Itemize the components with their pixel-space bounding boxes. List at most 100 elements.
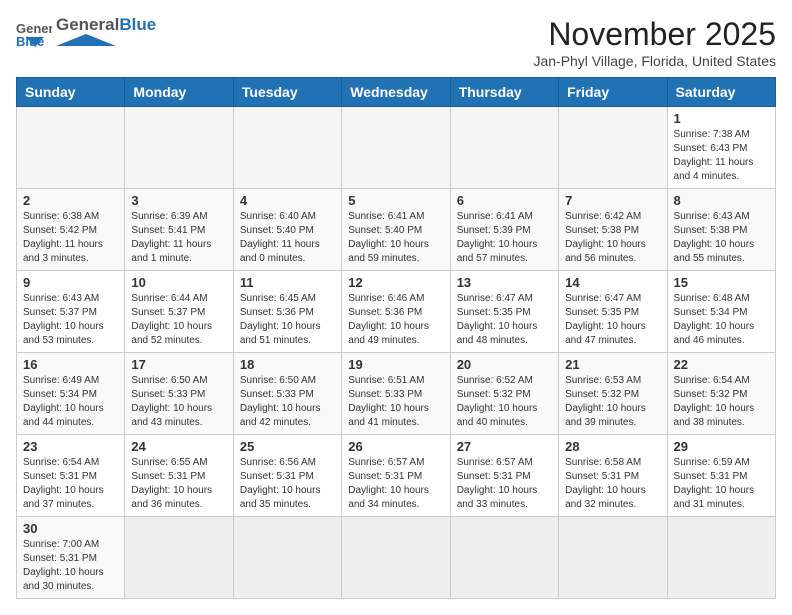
day-number: 26 — [348, 439, 443, 454]
day-info: Sunrise: 6:54 AM Sunset: 5:31 PM Dayligh… — [23, 456, 118, 512]
calendar-cell — [667, 517, 775, 599]
day-number: 4 — [240, 193, 335, 208]
calendar-cell: 20Sunrise: 6:52 AM Sunset: 5:32 PM Dayli… — [450, 353, 558, 435]
calendar-cell — [559, 107, 667, 189]
day-info: Sunrise: 6:40 AM Sunset: 5:40 PM Dayligh… — [240, 210, 335, 266]
day-number: 13 — [457, 275, 552, 290]
day-info: Sunrise: 6:49 AM Sunset: 5:34 PM Dayligh… — [23, 374, 118, 430]
day-info: Sunrise: 6:47 AM Sunset: 5:35 PM Dayligh… — [457, 292, 552, 348]
calendar-cell: 12 Sunrise: 6:46 AM Sunset: 5:36 PM Dayli… — [342, 271, 450, 353]
day-info: Sunrise: 6:56 AM Sunset: 5:31 PM Dayligh… — [240, 456, 335, 512]
calendar-title: November 2025 — [533, 16, 776, 53]
header-wednesday: Wednesday — [342, 78, 450, 107]
day-number: 20 — [457, 357, 552, 372]
day-number: 16 — [23, 357, 118, 372]
header-saturday: Saturday — [667, 78, 775, 107]
header-monday: Monday — [125, 78, 233, 107]
logo-blue: Blue — [119, 15, 156, 34]
day-number: 3 — [131, 193, 226, 208]
day-info: Sunrise: 6:59 AM Sunset: 5:31 PM Dayligh… — [674, 456, 769, 512]
calendar-cell — [233, 107, 341, 189]
day-info: Sunrise: 6:39 AM Sunset: 5:41 PM Dayligh… — [131, 210, 226, 266]
calendar-cell — [17, 107, 125, 189]
header-tuesday: Tuesday — [233, 78, 341, 107]
calendar-cell — [450, 517, 558, 599]
logo-general: General — [56, 15, 119, 34]
calendar-cell: 16 Sunrise: 6:49 AM Sunset: 5:34 PM Dayli… — [17, 353, 125, 435]
day-info: Sunrise: 6:43 AM Sunset: 5:38 PM Dayligh… — [674, 210, 769, 266]
day-number: 27 — [457, 439, 552, 454]
day-number: 17 — [131, 357, 226, 372]
logo-triangle-icon — [56, 34, 116, 46]
day-number: 1 — [674, 111, 769, 126]
calendar-header: General Blue GeneralBlue November 2025 J… — [16, 16, 776, 69]
day-info: Sunrise: 6:58 AM Sunset: 5:31 PM Dayligh… — [565, 456, 660, 512]
calendar-cell: 1 Sunrise: 7:38 AM Sunset: 6:43 PM Daylig… — [667, 107, 775, 189]
day-info: Sunrise: 6:46 AM Sunset: 5:36 PM Dayligh… — [348, 292, 443, 348]
calendar-cell — [450, 107, 558, 189]
header-sunday: Sunday — [17, 78, 125, 107]
header-thursday: Thursday — [450, 78, 558, 107]
calendar-week-row: 23 Sunrise: 6:54 AM Sunset: 5:31 PM Dayli… — [17, 435, 776, 517]
day-number: 9 — [23, 275, 118, 290]
calendar-cell: 24 Sunrise: 6:55 AM Sunset: 5:31 PM Dayli… — [125, 435, 233, 517]
calendar-cell — [125, 107, 233, 189]
calendar-cell — [342, 517, 450, 599]
day-info: Sunrise: 6:48 AM Sunset: 5:34 PM Dayligh… — [674, 292, 769, 348]
day-info: Sunrise: 6:43 AM Sunset: 5:37 PM Dayligh… — [23, 292, 118, 348]
day-number: 2 — [23, 193, 118, 208]
day-info: Sunrise: 6:54 AM Sunset: 5:32 PM Dayligh… — [674, 374, 769, 430]
day-info: Sunrise: 7:38 AM Sunset: 6:43 PM Dayligh… — [674, 128, 769, 184]
calendar-cell: 26 Sunrise: 6:57 AM Sunset: 5:31 PM Dayli… — [342, 435, 450, 517]
day-info: Sunrise: 6:44 AM Sunset: 5:37 PM Dayligh… — [131, 292, 226, 348]
calendar-cell: 3 Sunrise: 6:39 AM Sunset: 5:41 PM Daylig… — [125, 189, 233, 271]
title-area: November 2025 Jan-Phyl Village, Florida,… — [533, 16, 776, 69]
calendar-cell: 19 Sunrise: 6:51 AM Sunset: 5:33 PM Dayli… — [342, 353, 450, 435]
day-number: 29 — [674, 439, 769, 454]
calendar-cell: 5Sunrise: 6:41 AM Sunset: 5:40 PM Daylig… — [342, 189, 450, 271]
day-info: Sunrise: 6:42 AM Sunset: 5:38 PM Dayligh… — [565, 210, 660, 266]
day-info: Sunrise: 6:50 AM Sunset: 5:33 PM Dayligh… — [240, 374, 335, 430]
calendar-cell: 30Sunrise: 7:00 AM Sunset: 5:31 PM Dayli… — [17, 517, 125, 599]
calendar-cell: 29 Sunrise: 6:59 AM Sunset: 5:31 PM Dayli… — [667, 435, 775, 517]
day-info: Sunrise: 6:57 AM Sunset: 5:31 PM Dayligh… — [457, 456, 552, 512]
calendar-cell: 13 Sunrise: 6:47 AM Sunset: 5:35 PM Dayli… — [450, 271, 558, 353]
day-number: 12 — [348, 275, 443, 290]
day-number: 19 — [348, 357, 443, 372]
logo: General Blue GeneralBlue — [16, 16, 156, 50]
day-number: 25 — [240, 439, 335, 454]
calendar-cell — [342, 107, 450, 189]
day-info: Sunrise: 6:51 AM Sunset: 5:33 PM Dayligh… — [348, 374, 443, 430]
calendar-cell: 14Sunrise: 6:47 AM Sunset: 5:35 PM Dayli… — [559, 271, 667, 353]
day-info: Sunrise: 6:53 AM Sunset: 5:32 PM Dayligh… — [565, 374, 660, 430]
calendar-cell: 25 Sunrise: 6:56 AM Sunset: 5:31 PM Dayli… — [233, 435, 341, 517]
calendar-week-row: 1 Sunrise: 7:38 AM Sunset: 6:43 PM Daylig… — [17, 107, 776, 189]
day-number: 24 — [131, 439, 226, 454]
day-number: 22 — [674, 357, 769, 372]
calendar-week-row: 2 Sunrise: 6:38 AM Sunset: 5:42 PM Daylig… — [17, 189, 776, 271]
calendar-cell: 22 Sunrise: 6:54 AM Sunset: 5:32 PM Dayli… — [667, 353, 775, 435]
svg-text:Blue: Blue — [16, 34, 44, 47]
day-number: 11 — [240, 275, 335, 290]
calendar-week-row: 9 Sunrise: 6:43 AM Sunset: 5:37 PM Daylig… — [17, 271, 776, 353]
day-number: 7 — [565, 193, 660, 208]
generalblue-logo-icon: General Blue — [16, 19, 52, 47]
day-info: Sunrise: 6:45 AM Sunset: 5:36 PM Dayligh… — [240, 292, 335, 348]
day-number: 15 — [674, 275, 769, 290]
calendar-cell: 17Sunrise: 6:50 AM Sunset: 5:33 PM Dayli… — [125, 353, 233, 435]
calendar-subtitle: Jan-Phyl Village, Florida, United States — [533, 53, 776, 69]
day-info: Sunrise: 6:47 AM Sunset: 5:35 PM Dayligh… — [565, 292, 660, 348]
calendar-cell: 18 Sunrise: 6:50 AM Sunset: 5:33 PM Dayli… — [233, 353, 341, 435]
day-info: Sunrise: 6:55 AM Sunset: 5:31 PM Dayligh… — [131, 456, 226, 512]
day-info: Sunrise: 6:38 AM Sunset: 5:42 PM Dayligh… — [23, 210, 118, 266]
calendar-cell: 10 Sunrise: 6:44 AM Sunset: 5:37 PM Dayli… — [125, 271, 233, 353]
calendar-cell: 28 Sunrise: 6:58 AM Sunset: 5:31 PM Dayli… — [559, 435, 667, 517]
day-number: 18 — [240, 357, 335, 372]
calendar-cell — [125, 517, 233, 599]
day-number: 28 — [565, 439, 660, 454]
day-number: 10 — [131, 275, 226, 290]
calendar-cell: 9 Sunrise: 6:43 AM Sunset: 5:37 PM Daylig… — [17, 271, 125, 353]
day-info: Sunrise: 6:41 AM Sunset: 5:39 PM Dayligh… — [457, 210, 552, 266]
day-info: Sunrise: 6:57 AM Sunset: 5:31 PM Dayligh… — [348, 456, 443, 512]
day-number: 23 — [23, 439, 118, 454]
